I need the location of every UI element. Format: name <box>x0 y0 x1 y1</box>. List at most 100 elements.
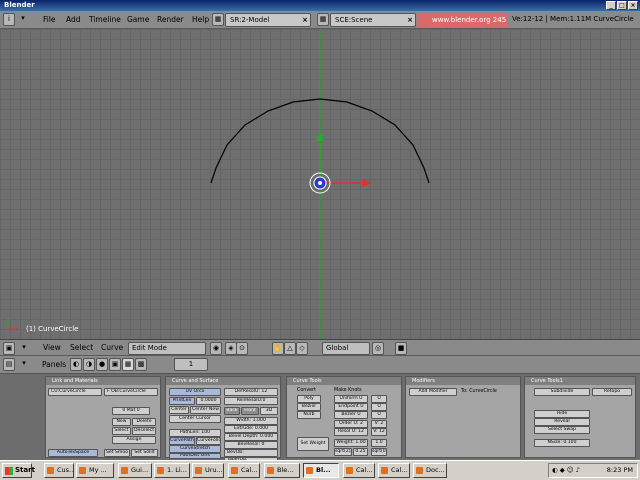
set-weight-button[interactable]: Set Weight <box>297 437 329 451</box>
taskbar-item[interactable]: Uru... <box>192 463 224 478</box>
x-manipulator-arrow[interactable] <box>362 179 372 187</box>
menu-select[interactable]: Select <box>70 343 93 352</box>
panel-header[interactable]: Modifiers <box>406 377 520 385</box>
panel-header[interactable]: Curve and Surface <box>166 377 280 385</box>
object-context-icon[interactable]: ▣ <box>109 358 121 371</box>
reveal-button[interactable]: Reveal <box>534 418 590 426</box>
weight-one-button[interactable]: 1.0 <box>371 439 387 447</box>
ren-resol-field[interactable]: RenResolU:0 <box>224 397 278 405</box>
material-assign-button[interactable]: Assign <box>112 436 156 444</box>
material-deselect-button[interactable]: Deselect <box>132 427 156 435</box>
order-u-field[interactable]: Order U: 2 <box>334 420 368 428</box>
curve-stretch-toggle[interactable]: CurveStretch <box>169 445 221 453</box>
set-smooth-button[interactable]: Set Smoo <box>104 449 130 457</box>
panel-header[interactable]: Curve Tools1 <box>525 377 635 385</box>
clock[interactable]: 8:23 PM <box>607 464 633 477</box>
printlen-toggle[interactable]: PrintLen <box>169 397 195 405</box>
bev-resol-field[interactable]: BevResol: 0 <box>224 441 278 449</box>
uniform-u-button[interactable]: Uniform U <box>334 395 368 403</box>
taskbar-item[interactable]: Cal... <box>378 463 410 478</box>
panel-header[interactable]: Link and Materials <box>46 377 160 385</box>
def-resol-field[interactable]: DefResolU: 12 <box>224 388 278 396</box>
bevob-field[interactable]: BevOb: <box>224 449 278 457</box>
proportional-icon[interactable]: ◎ <box>372 342 384 355</box>
taskbar-item[interactable]: Doc... <box>413 463 447 478</box>
endpoint-v-button[interactable]: U <box>371 403 387 411</box>
taskbar-item[interactable]: Cal... <box>228 463 260 478</box>
menu-timeline[interactable]: Timeline <box>89 15 121 24</box>
sqrt2-4-button[interactable]: sqrt(2)/4 <box>334 448 352 456</box>
shading-context-icon[interactable]: ● <box>96 358 108 371</box>
rotate-icon[interactable]: △ <box>284 342 296 355</box>
sqrt05-button[interactable]: sqrt(0.5 <box>371 448 387 456</box>
render-view-icon[interactable]: ■ <box>395 342 407 355</box>
menu-help[interactable]: Help <box>192 15 209 24</box>
subdivide-button[interactable]: Subdivide <box>534 388 590 396</box>
front-toggle[interactable]: Front <box>241 407 259 415</box>
bezier-u-button[interactable]: Bezier U <box>334 411 368 419</box>
editor-type-icon[interactable]: i <box>3 13 15 26</box>
path-len-field[interactable]: PathLen: 100 <box>169 429 221 437</box>
convert-bezier-button[interactable]: Bezier <box>297 403 321 411</box>
close-icon[interactable]: × <box>407 14 413 26</box>
resol-v-field[interactable]: V: 12 <box>371 428 387 436</box>
taskbar-item[interactable]: Cal... <box>343 463 375 478</box>
uniform-v-button[interactable]: U <box>371 395 387 403</box>
path-dist-offs-toggle[interactable]: PathDist Offs <box>169 453 221 459</box>
maximize-button[interactable]: □ <box>617 1 627 10</box>
retopo-toggle[interactable]: Retopo <box>592 388 632 396</box>
collapse-icon[interactable]: ▾ <box>18 13 28 26</box>
minimize-button[interactable]: _ <box>606 1 616 10</box>
editing-context-icon[interactable]: ▦ <box>122 358 134 371</box>
curve-datablock-field[interactable]: CU:CurveCircle <box>48 388 102 396</box>
scene-context-icon[interactable]: ▩ <box>135 358 147 371</box>
bevel-depth-field[interactable]: Bevel Depth: 0.000 <box>224 433 278 441</box>
close-icon[interactable]: × <box>302 14 308 26</box>
frame-field[interactable]: 1 <box>174 358 208 371</box>
y-manipulator-arrow[interactable] <box>316 131 324 141</box>
scale-icon[interactable]: ◇ <box>296 342 308 355</box>
collapse-icon[interactable]: ▾ <box>18 342 30 355</box>
material-select-button[interactable]: Select <box>112 427 131 435</box>
center-cursor-button[interactable]: Center Cursor <box>169 415 221 423</box>
weight-field[interactable]: Weight: 1.00 <box>334 439 368 447</box>
taskbar-item[interactable]: Gui... <box>118 463 152 478</box>
3d-viewport[interactable]: (1) CurveCircle <box>0 29 640 339</box>
hide-button[interactable]: Hide <box>534 410 590 418</box>
add-modifier-button[interactable]: Add Modifier <box>409 388 457 396</box>
logic-context-icon[interactable]: ◐ <box>70 358 82 371</box>
snap-icon[interactable]: ⊙ <box>236 342 248 355</box>
3d-toggle[interactable]: 3D <box>260 407 278 415</box>
mode-selector[interactable]: Edit Mode <box>128 342 206 355</box>
editor-type-icon[interactable]: ▣ <box>3 342 15 355</box>
autotexspace-toggle[interactable]: AutoTexSpace <box>48 449 98 457</box>
convert-nurb-button[interactable]: Nurb <box>297 411 321 419</box>
start-button[interactable]: Start <box>2 463 35 478</box>
draw-type-icon[interactable]: ◉ <box>210 342 222 355</box>
taskbar-item-active[interactable]: Bl... <box>303 463 339 478</box>
taskbar-item[interactable]: Ble... <box>264 463 300 478</box>
menu-file[interactable]: File <box>43 15 56 24</box>
center-button[interactable]: Center <box>169 406 189 414</box>
order-v-field[interactable]: V: 2 <box>371 420 387 428</box>
orientation-selector[interactable]: Global <box>322 342 370 355</box>
panel-header[interactable]: Curve Tools <box>287 377 401 385</box>
scene-browse-icon[interactable]: ▦ <box>317 13 329 26</box>
curve-follow-toggle[interactable]: CurveFollo <box>196 437 221 445</box>
scene-selector[interactable]: SCE:Scene × <box>330 13 416 27</box>
center-new-button[interactable]: Center New <box>190 406 221 414</box>
set-solid-button[interactable]: Set Solid <box>131 449 158 457</box>
back-toggle[interactable]: Back <box>224 407 240 415</box>
menu-curve[interactable]: Curve <box>101 343 123 352</box>
bezier-v-button[interactable]: U <box>371 411 387 419</box>
taskbar-item[interactable]: Cus... <box>44 463 74 478</box>
object-datablock-field[interactable]: F OB:CurveCircle <box>104 388 158 396</box>
uv-orco-toggle[interactable]: UV Orco <box>169 388 221 396</box>
taskbar-item[interactable]: 1. Li... <box>154 463 190 478</box>
hand-icon[interactable]: ✋ <box>272 342 284 355</box>
material-delete-button[interactable]: Delete <box>132 418 156 426</box>
menu-add[interactable]: Add <box>66 15 81 24</box>
endpoint-u-button[interactable]: Endpoint U <box>334 403 368 411</box>
taskbar-item[interactable]: My ... <box>76 463 114 478</box>
convert-poly-button[interactable]: Poly <box>297 395 321 403</box>
